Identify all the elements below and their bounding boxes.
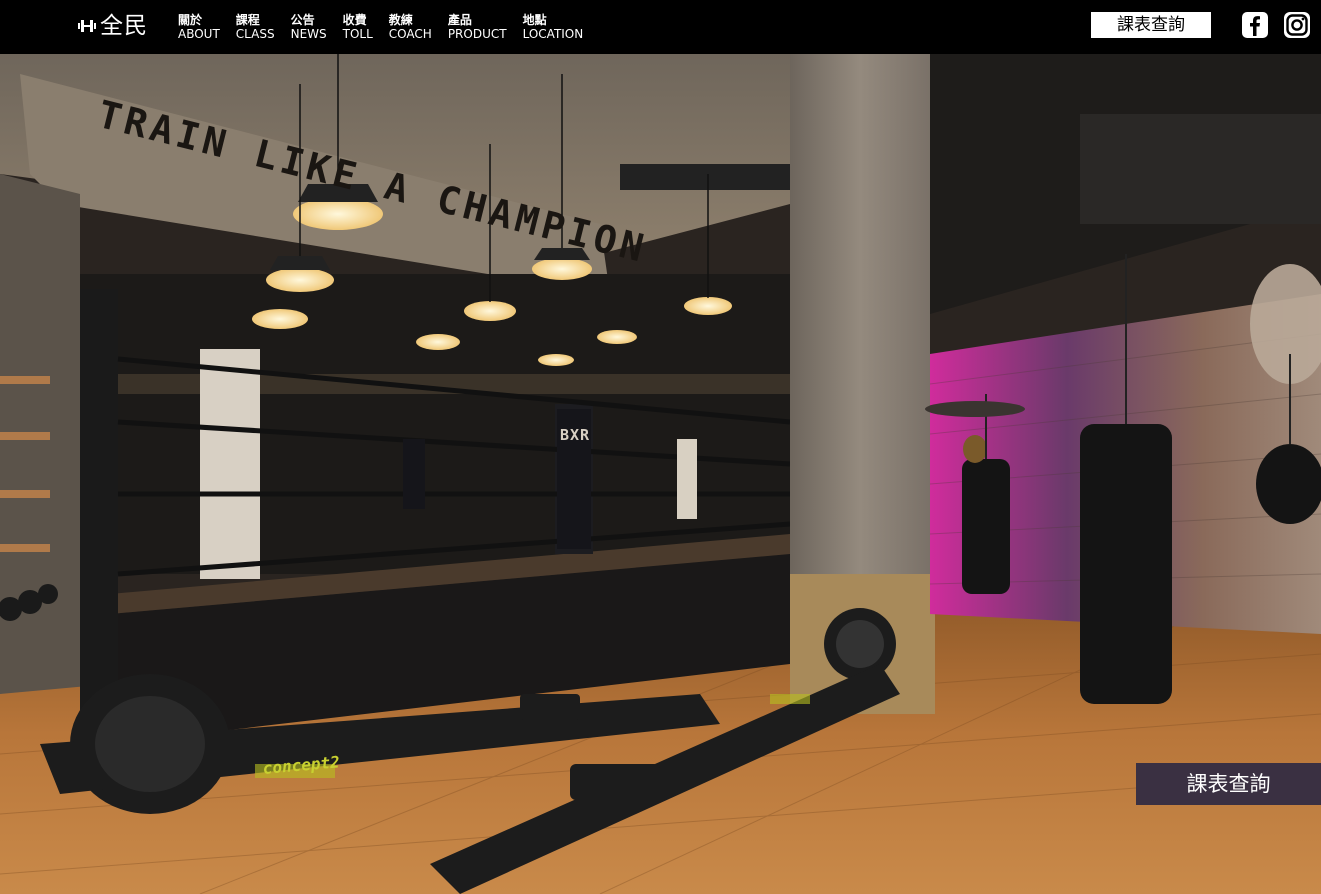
instagram-icon [1284,12,1310,38]
nav-label-zh: 關於 [178,13,203,27]
ring-banner-text: BXR [560,426,591,444]
nav-item-class[interactable]: 課程 CLASS [236,13,275,42]
nav-label-zh: 地點 [522,13,547,27]
nav-item-about[interactable]: 關於 ABOUT [178,13,220,42]
main-nav: 關於 ABOUT 課程 CLASS 公告 NEWS 收費 TOLL 教練 COA… [178,13,599,42]
nav-item-product[interactable]: 產品 PRODUCT [448,13,507,42]
nav-label-en: LOCATION [522,27,584,41]
brand-name: 全民 [100,13,148,39]
nav-item-toll[interactable]: 收費 TOLL [343,13,373,42]
nav-item-coach[interactable]: 教練 COACH [389,13,432,42]
facebook-link[interactable] [1242,12,1268,38]
nav-item-news[interactable]: 公告 NEWS [291,13,327,42]
floating-schedule-button[interactable]: 課表查詢 [1136,763,1321,805]
instagram-link[interactable] [1284,12,1310,38]
nav-label-en: NEWS [290,27,327,41]
nav-label-zh: 教練 [388,13,413,27]
nav-label-zh: 課程 [235,13,260,27]
schedule-query-button[interactable]: 課表查詢 [1091,12,1211,38]
facebook-icon [1242,12,1268,38]
nav-item-location[interactable]: 地點 LOCATION [523,13,584,42]
nav-label-zh: 收費 [342,13,367,27]
nav-label-en: CLASS [235,27,275,41]
nav-label-en: TOLL [342,27,373,41]
dumbbell-icon [78,20,96,32]
nav-label-en: COACH [388,27,432,41]
nav-label-zh: 產品 [447,13,472,27]
gym-interior-illustration [0,54,1321,894]
nav-label-zh: 公告 [290,13,315,27]
top-navigation-bar: 全民 關於 ABOUT 課程 CLASS 公告 NEWS 收費 TOLL 教練 … [0,0,1321,54]
hero-gym-photo: TRAIN LIKE A CHAMPION BXR concept2 課表查詢 [0,54,1321,894]
nav-label-en: PRODUCT [447,27,507,41]
nav-label-en: ABOUT [178,27,220,41]
brand-logo[interactable]: 全民 [78,12,148,40]
